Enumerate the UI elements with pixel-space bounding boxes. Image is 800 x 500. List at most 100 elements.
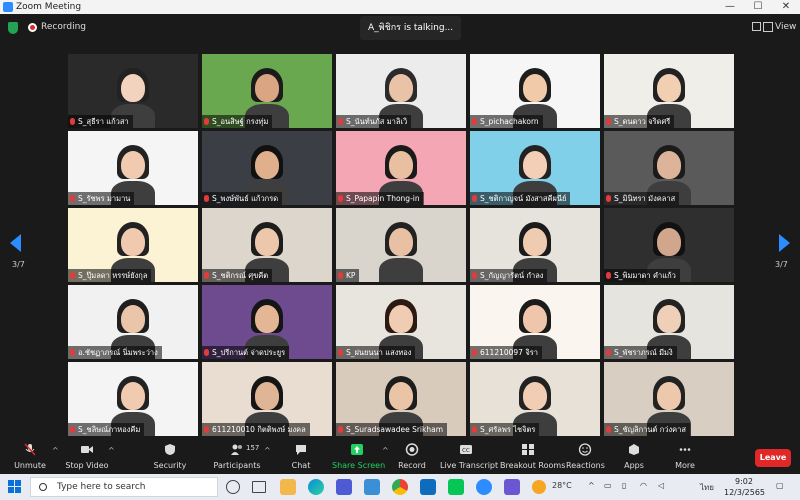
participant-name: S_Papapin Thong-in: [346, 194, 420, 203]
reactions-button[interactable]: Reactions: [566, 440, 605, 474]
task-view-icon[interactable]: [252, 481, 266, 493]
participant-tile[interactable]: S_รัชพร มามาน: [68, 131, 198, 205]
prev-page-arrow-icon[interactable]: [10, 234, 21, 252]
battery-icon[interactable]: ▯: [622, 481, 626, 490]
participant-tile[interactable]: S_ชติกรณ์ ศุขคีต: [202, 208, 332, 282]
participant-tile[interactable]: S_ปุ๊มลดา หรรษ์ยังกุล: [68, 208, 198, 282]
live-transcript-button[interactable]: CC Live Transcript: [440, 440, 498, 474]
next-page-arrow-icon[interactable]: [779, 234, 790, 252]
participant-tile[interactable]: S_ชลิษณ์ภาหองคีม: [68, 362, 198, 436]
taskbar-search-box[interactable]: Type here to search: [30, 477, 218, 497]
windows-start-icon[interactable]: [8, 480, 22, 494]
participant-face: [121, 151, 145, 179]
line-app-icon[interactable]: [448, 479, 464, 495]
cortana-icon[interactable]: [226, 480, 240, 494]
zoom-taskbar-icon[interactable]: [476, 479, 492, 495]
video-options-caret[interactable]: ^: [108, 446, 115, 455]
grid-view-icon[interactable]: [763, 22, 773, 32]
shield-icon[interactable]: [8, 22, 18, 34]
participant-face: [121, 305, 145, 333]
participant-tile[interactable]: S_ศรัลพร ไชจิตร: [470, 362, 600, 436]
participant-name: 611210010 กิตติพงษ์ มงคล: [212, 425, 306, 434]
clock-time: 9:02: [735, 477, 753, 486]
share-screen-button[interactable]: Share Screen: [332, 440, 385, 474]
fullscreen-icon[interactable]: [752, 22, 761, 31]
participant-name: S_ชลิษณ์ภาหองคีม: [78, 425, 141, 434]
participant-tile[interactable]: S_อนสิษฐ์ กรงทุ่ม: [202, 54, 332, 128]
participant-name-label: S_ดนดาว จริดศรี: [604, 115, 675, 128]
maximize-button[interactable]: ☐: [744, 0, 772, 14]
participant-tile[interactable]: S_กัญญารัตน์ กำลง: [470, 208, 600, 282]
breakout-rooms-button[interactable]: Breakout Rooms: [500, 440, 565, 474]
notification-icon[interactable]: ▢: [776, 481, 784, 490]
participant-tile[interactable]: KP: [336, 208, 466, 282]
participant-name-label: S_สุธีรา แก้วสา: [68, 115, 133, 128]
participant-tile[interactable]: S_มินิทรา มังคลาส: [604, 131, 734, 205]
participant-tile[interactable]: S_ฝนยนนา แสงทอง: [336, 285, 466, 359]
participant-tile[interactable]: S_ชัญลิกานต์ กว่งคาส: [604, 362, 734, 436]
store-icon[interactable]: [336, 479, 352, 495]
participant-tile[interactable]: S_สุธีรา แก้วสา: [68, 54, 198, 128]
outlook-icon[interactable]: [420, 479, 436, 495]
participant-tile[interactable]: S_นันท์นภัส มาลิเวิ: [336, 54, 466, 128]
participant-tile[interactable]: S_ดนดาว จริดศรี: [604, 54, 734, 128]
leave-button[interactable]: Leave: [755, 449, 791, 467]
participant-tile[interactable]: S_พัชราภรณ์ มีมงิ: [604, 285, 734, 359]
input-language[interactable]: ไทย: [700, 481, 714, 494]
participant-face: [657, 228, 681, 256]
record-button[interactable]: Record: [394, 440, 430, 474]
audio-options-caret[interactable]: ^: [52, 446, 59, 455]
participant-name: S_ศรัลพร ไชจิตร: [480, 425, 536, 434]
participant-tile[interactable]: S_ชติกาญจน์ มังสาสคีผนีย์: [470, 131, 600, 205]
mic-muted-icon: [204, 349, 209, 356]
participant-name-label: S_Suradsawadee Srikham: [336, 423, 447, 436]
participants-options-caret[interactable]: ^: [264, 446, 271, 455]
unmute-button[interactable]: Unmute: [8, 440, 52, 474]
participant-tile[interactable]: อ.ชัชฏาภรณ์ นิ่มพระว่าง: [68, 285, 198, 359]
edge-browser-icon[interactable]: [308, 479, 324, 495]
system-clock[interactable]: 9:02 12/3/2565: [724, 476, 766, 498]
minimize-button[interactable]: —: [716, 0, 744, 14]
close-button[interactable]: ✕: [772, 0, 800, 14]
weather-sun-icon[interactable]: [532, 480, 546, 494]
video-camera-icon: [81, 446, 93, 453]
participant-name-label: S_รัชพร มามาน: [68, 192, 135, 205]
mic-muted-icon: [24, 443, 36, 456]
zoom-app-icon: [3, 2, 13, 12]
volume-icon[interactable]: ◁: [658, 481, 664, 490]
apps-button[interactable]: Apps: [616, 440, 652, 474]
participant-tile[interactable]: S_พิมมาดา คำแก้ว: [604, 208, 734, 282]
participant-face: [389, 305, 413, 333]
weather-temperature[interactable]: 28°C: [552, 481, 572, 490]
participant-name: S_ดนดาว จริดศรี: [614, 117, 671, 126]
participant-tile[interactable]: S_Papapin Thong-in: [336, 131, 466, 205]
chat-button[interactable]: Chat: [282, 440, 320, 474]
teams-icon[interactable]: [504, 479, 520, 495]
participants-button[interactable]: 157 Participants: [210, 440, 264, 474]
participant-face: [121, 382, 145, 410]
file-explorer-icon[interactable]: [280, 479, 296, 495]
security-button[interactable]: Security: [148, 440, 192, 474]
tray-overflow-caret[interactable]: ^: [588, 481, 595, 490]
wifi-icon[interactable]: ◠: [640, 481, 647, 490]
share-options-caret[interactable]: ^: [382, 446, 389, 455]
participant-name: S_อนสิษฐ์ กรงทุ่ม: [212, 117, 269, 126]
participants-count: 157: [246, 444, 260, 452]
participant-tile[interactable]: S_พงษ์พันธ์ แก้วกรด: [202, 131, 332, 205]
mail-app-icon[interactable]: [364, 479, 380, 495]
record-dot-icon: [28, 23, 37, 32]
participant-name-label: S_กัญญารัตน์ กำลง: [470, 269, 548, 282]
participant-tile[interactable]: S_Suradsawadee Srikham: [336, 362, 466, 436]
participant-tile[interactable]: S_ปรีกานต์ จ่าดประยูร: [202, 285, 332, 359]
participant-tile[interactable]: S_pichachakorn: [470, 54, 600, 128]
chrome-icon[interactable]: [392, 479, 408, 495]
participant-name: S_ปุ๊มลดา หรรษ์ยังกุล: [78, 271, 148, 280]
network-icon[interactable]: ▭: [604, 481, 612, 490]
clock-date: 12/3/2565: [724, 488, 766, 497]
more-button[interactable]: More: [668, 440, 702, 474]
view-button[interactable]: View: [775, 22, 796, 32]
participant-tile[interactable]: 611210010 กิตติพงษ์ มงคล: [202, 362, 332, 436]
participant-tile[interactable]: 611210097 จิรา: [470, 285, 600, 359]
stop-video-button[interactable]: Stop Video: [62, 440, 112, 474]
participant-face: [389, 151, 413, 179]
